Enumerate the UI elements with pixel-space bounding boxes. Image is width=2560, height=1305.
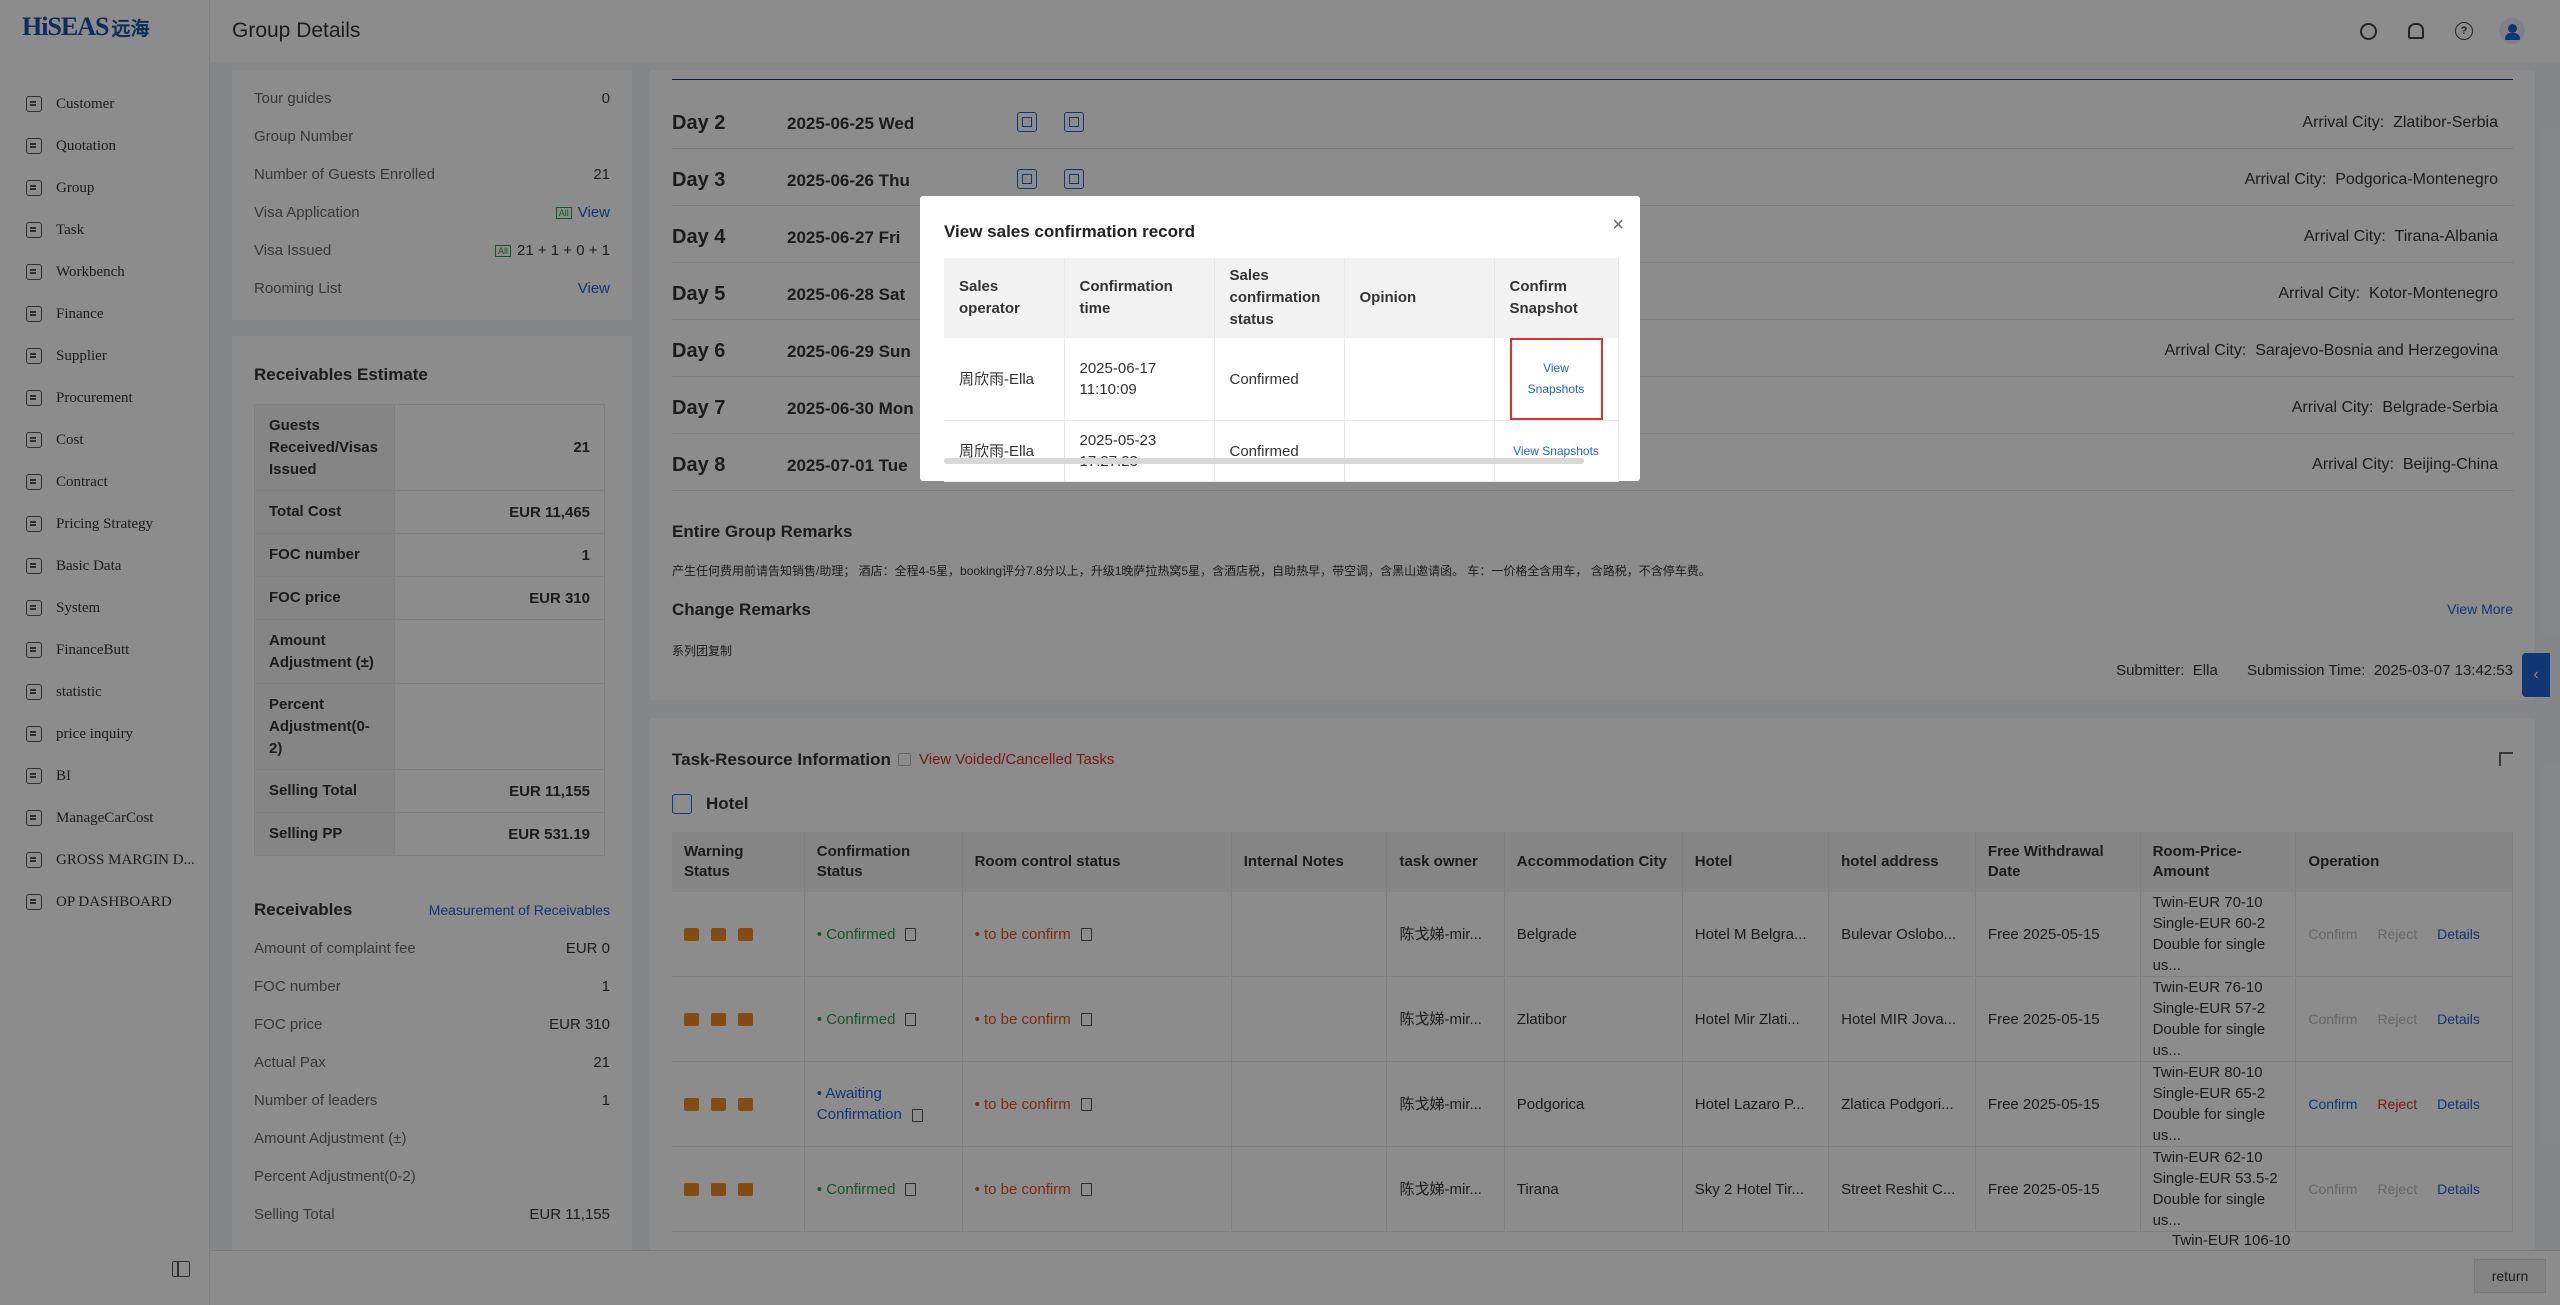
column-header: Opinion — [1344, 258, 1495, 338]
table-row: 周欣雨-Ella 2025-06-17 11:10:09 Confirmed V… — [944, 338, 1619, 421]
sales-confirmation-modal: View sales confirmation record × Sales o… — [920, 196, 1640, 482]
opinion — [1344, 420, 1495, 482]
sales-confirmation-status: Confirmed — [1214, 338, 1345, 421]
sales-operator: 周欣雨-Ella — [944, 338, 1065, 421]
column-header: Sales operator — [944, 258, 1065, 338]
view-snapshots-link[interactable]: View Snapshots — [1509, 338, 1603, 420]
column-header: Sales confirmation status — [1214, 258, 1345, 338]
sales-operator: 周欣雨-Ella — [944, 420, 1065, 482]
table-row: 周欣雨-Ella 2025-05-23 17:27:23 Confirmed V… — [944, 420, 1619, 482]
modal-title: View sales confirmation record — [944, 222, 1195, 241]
confirmation-time: 2025-05-23 17:27:23 — [1064, 420, 1215, 482]
view-snapshots-link[interactable]: View Snapshots — [1494, 420, 1619, 482]
sales-confirmation-status: Confirmed — [1214, 420, 1345, 482]
close-icon[interactable]: × — [1612, 214, 1624, 237]
column-header: Confirm Snapshot — [1494, 258, 1619, 338]
confirmation-time: 2025-06-17 11:10:09 — [1064, 338, 1215, 421]
column-header: Confirmation time — [1064, 258, 1215, 338]
opinion — [1344, 338, 1495, 421]
sales-confirmation-table: Sales operator Confirmation time Sales c… — [944, 258, 1619, 482]
table-header-row: Sales operator Confirmation time Sales c… — [944, 258, 1619, 338]
horizontal-scrollbar[interactable] — [944, 458, 1584, 464]
